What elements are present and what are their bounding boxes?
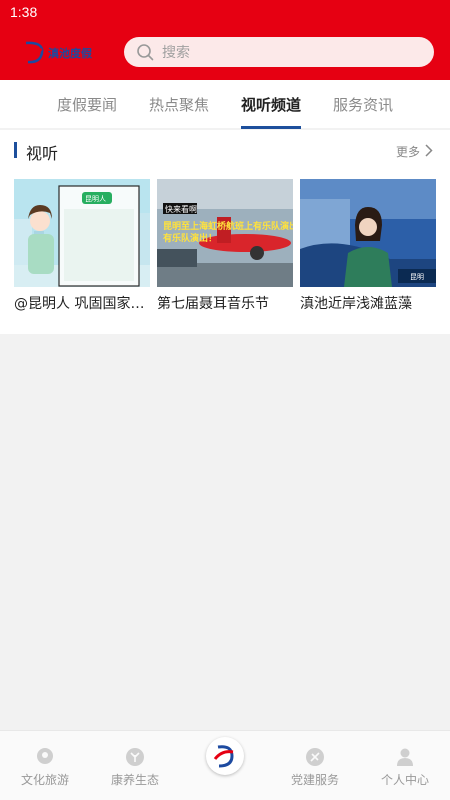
news-anchor-thumbnail-image: 昆明: [300, 179, 436, 287]
video-thumbnail[interactable]: 昆明人: [14, 179, 150, 287]
logo-text: 滇池度假: [48, 47, 92, 60]
nav-label: 党建服务: [290, 773, 339, 787]
nav-item-profile[interactable]: 个人中心: [360, 731, 450, 800]
video-title[interactable]: @昆明人 巩固国家卫生城市成果: [14, 293, 150, 313]
nav-label: 个人中心: [380, 773, 429, 787]
bottom-navigation: 文化旅游 康养生态 党建服务 个人中心: [0, 730, 450, 800]
app-header: 1:38 滇池度假 搜索: [0, 0, 450, 80]
thumb-badge: 快来看啊: [165, 204, 197, 214]
chevron-right-icon[interactable]: [424, 144, 433, 157]
section-title: 视听: [26, 144, 59, 163]
search-input[interactable]: 搜索: [124, 37, 434, 67]
tab-hot-topics[interactable]: 热点聚焦: [149, 94, 209, 115]
tab-audio-visual[interactable]: 视听频道: [241, 94, 301, 115]
user-icon: [397, 748, 413, 766]
home-logo-icon: [213, 745, 234, 768]
party-emblem-icon: [306, 748, 324, 766]
status-time: 1:38: [10, 4, 38, 20]
airplane-thumbnail-image: 快来看啊 昆明至上海虹桥航班上有乐队演出！ 有乐队演出！: [157, 179, 293, 287]
video-thumbnail[interactable]: 快来看啊 昆明至上海虹桥航班上有乐队演出！ 有乐队演出！: [157, 179, 293, 287]
nav-label: 康养生态: [110, 773, 159, 787]
app-logo[interactable]: 滇池度假: [22, 38, 102, 66]
search-icon: [137, 44, 154, 61]
section-marker: [14, 142, 17, 158]
thumb-badge: 昆明: [410, 273, 424, 281]
thumb-caption: 昆明人: [85, 195, 106, 203]
active-tab-indicator: [241, 126, 301, 129]
category-tabs: 度假要闻 热点聚焦 视听频道 服务资讯: [0, 80, 450, 128]
tab-service-info[interactable]: 服务资讯: [333, 94, 393, 115]
video-title[interactable]: 第七届聂耳音乐节: [157, 293, 293, 313]
search-placeholder: 搜索: [162, 45, 190, 61]
cartoon-thumbnail-image: 昆明人: [14, 179, 150, 287]
tab-resort-news[interactable]: 度假要闻: [57, 94, 117, 115]
audio-visual-section: 视听 更多 昆明人 @昆明人 巩固国家卫生城市成果: [0, 130, 450, 334]
nav-item-party-service[interactable]: 党建服务: [270, 731, 360, 800]
nav-item-culture-tourism[interactable]: 文化旅游: [0, 731, 90, 800]
home-center-button[interactable]: [206, 737, 244, 775]
svg-text:有乐队演出！: 有乐队演出！: [163, 232, 217, 244]
nav-item-wellness-ecology[interactable]: 康养生态: [90, 731, 180, 800]
nav-label: 文化旅游: [20, 773, 69, 787]
leaf-icon: [126, 748, 144, 766]
video-thumbnail[interactable]: 昆明: [300, 179, 436, 287]
thumb-caption: 昆明至上海虹桥航班上有乐队演出！: [163, 220, 293, 232]
map-pin-icon: [37, 748, 53, 764]
more-link[interactable]: 更多: [396, 143, 420, 160]
video-title[interactable]: 滇池近岸浅滩蓝藻: [300, 293, 436, 313]
